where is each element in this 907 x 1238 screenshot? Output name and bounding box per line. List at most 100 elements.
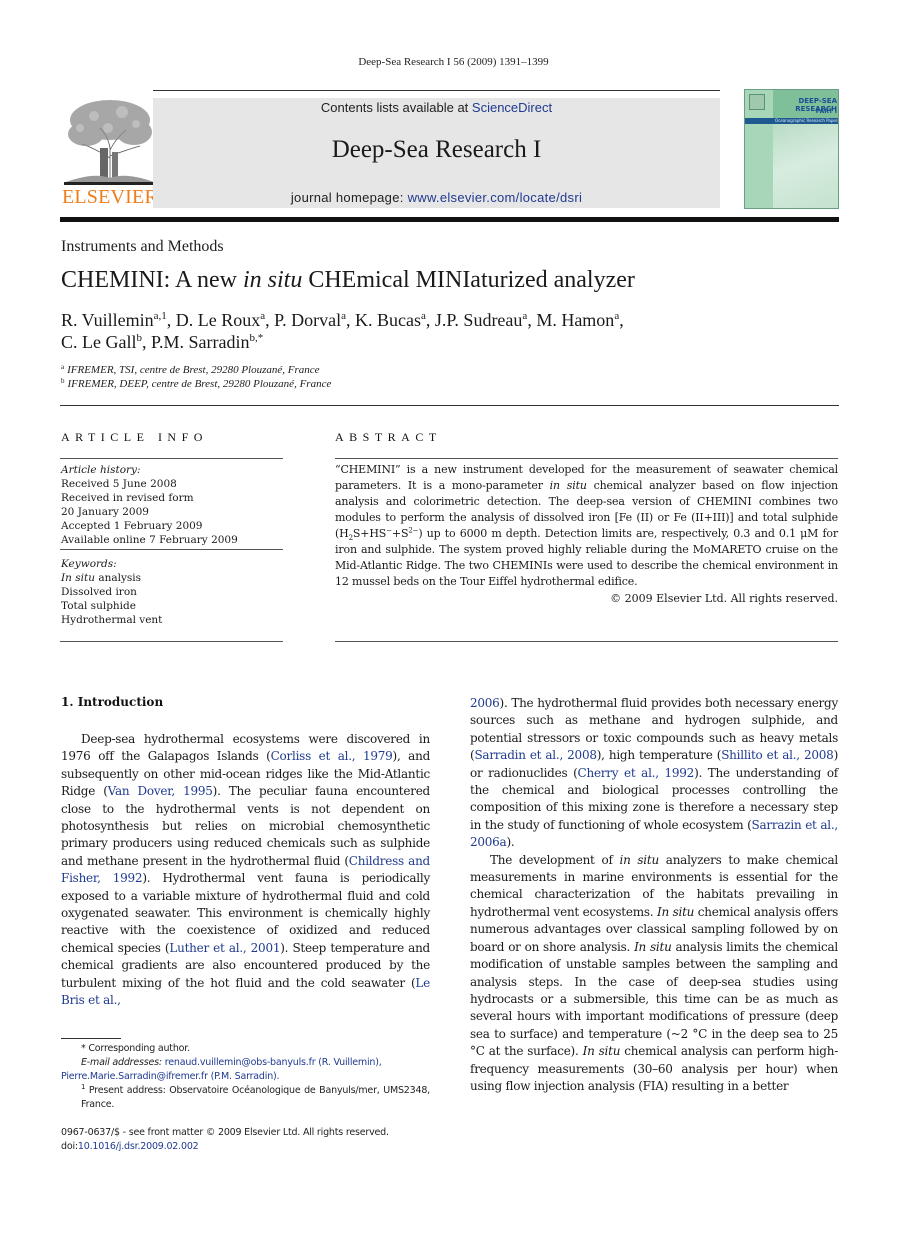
author[interactable]: R. Vuillemin [61, 310, 154, 330]
journal-banner: Contents lists available at ScienceDirec… [153, 98, 720, 208]
affiliation-text: IFREMER, DEEP, centre de Brest, 29280 Pl… [67, 378, 332, 390]
article-info-heading: ARTICLE INFO [61, 430, 208, 444]
homepage-prefix: journal homepage: [290, 190, 408, 205]
running-head: Deep-Sea Research I 56 (2009) 1391–1399 [358, 56, 549, 68]
author-affil-sup: a,1 [153, 310, 167, 322]
homepage-link[interactable]: www.elsevier.com/locate/dsri [408, 190, 583, 205]
email-link[interactable]: Pierre.Marie.Sarradin@ifremer.fr [61, 1071, 208, 1082]
keyword-italic: In situ [61, 572, 95, 584]
author[interactable]: J.P. Sudreau [435, 310, 523, 330]
author-sep: , [166, 310, 176, 330]
citation-link[interactable]: Corliss et al., 1979 [271, 749, 393, 763]
italic-text: In situ [634, 939, 672, 954]
abstract-heading: ABSTRACT [335, 430, 442, 444]
affiliation-text: IFREMER, TSI, centre de Brest, 29280 Plo… [67, 364, 320, 376]
contents-prefix: Contents lists available at [320, 100, 472, 115]
title-part-2: CHEmical MINIaturized analyzer [302, 267, 635, 293]
abstract-end-rule [335, 641, 838, 642]
history-item: Accepted 1 February 2009 [61, 520, 203, 532]
footnote-rule [61, 1038, 121, 1039]
paragraph: 2006). The hydrothermal fluid provides b… [470, 695, 838, 852]
email-note: E-mail addresses: renaud.vuillemin@obs-b… [61, 1056, 430, 1070]
present-address: Present address: Observatoire Océanologi… [81, 1085, 430, 1110]
title-italic: in situ [243, 267, 303, 293]
doi-prefix: doi: [61, 1141, 78, 1152]
elsevier-wordmark: ELSEVIER [61, 186, 159, 208]
cover-part: PART I [815, 108, 837, 115]
author-list: R. Vuillemina,1, D. Le Rouxa, P. Dorvala… [61, 309, 821, 353]
author[interactable]: K. Bucas [355, 310, 421, 330]
cover-logo-icon [749, 94, 765, 110]
italic-text: In situ [656, 904, 695, 919]
affiliation-key: a [61, 363, 65, 371]
email-owner: (R. Vuillemin), [315, 1057, 382, 1068]
journal-cover[interactable]: DEEP-SEA RESEARCH PART I Oceanographic R… [744, 89, 839, 209]
email-label: E-mail addresses: [81, 1057, 162, 1068]
paragraph: The development of in situ analyzers to … [470, 852, 838, 1096]
cover-artwork [773, 124, 838, 208]
citation-link[interactable]: Sarradin et al., 2008 [474, 748, 597, 762]
citation-link[interactable]: Shillito et al., 2008 [721, 748, 834, 762]
header-top-rule [153, 90, 720, 91]
elsevier-tree-icon [64, 100, 156, 185]
history-item: Available online 7 February 2009 [61, 534, 238, 546]
abstract-text: S+HS [352, 527, 387, 540]
abstract-copyright: © 2009 Elsevier Ltd. All rights reserved… [610, 592, 838, 605]
italic-text: in situ [619, 852, 659, 867]
author-affil-sup: b,* [249, 332, 264, 344]
affiliation: a IFREMER, TSI, centre de Brest, 29280 Pl… [61, 363, 331, 377]
abstract-text: ) up to 6000 m depth. Detection limits a… [335, 527, 838, 588]
journal-title: Deep-Sea Research I [331, 136, 542, 163]
paper-title: CHEMINI: A new in situ CHEmical MINIatur… [61, 267, 635, 294]
author-sep: , [527, 310, 537, 330]
author-sep: , [619, 310, 624, 330]
superscript: 2− [408, 526, 419, 535]
keyword: Total sulphide [61, 600, 136, 612]
header-thick-rule [60, 217, 839, 222]
history-item: Received in revised form [61, 492, 194, 504]
email-link[interactable]: renaud.vuillemin@obs-banyuls.fr [165, 1057, 316, 1068]
contents-line: Contents lists available at ScienceDirec… [153, 100, 720, 115]
author-sep: , [265, 310, 275, 330]
abstract-italic: in situ [549, 479, 587, 492]
body-text: analysis limits the chemical modificatio… [470, 939, 838, 1059]
author[interactable]: C. Le Gall [61, 332, 136, 352]
abstract-rule [335, 458, 838, 459]
abstract-text: +S [391, 527, 409, 540]
keywords: Keywords: In situ analysis Dissolved iro… [61, 557, 283, 627]
italic-text: In situ [582, 1044, 621, 1059]
title-part-1: CHEMINI: A new [61, 267, 243, 293]
citation-link[interactable]: Luther et al., 2001 [169, 941, 280, 955]
front-matter: 0967-0637/$ - see front matter © 2009 El… [61, 1126, 441, 1154]
body-column-right: 2006). The hydrothermal fluid provides b… [470, 695, 838, 1095]
citation-link[interactable]: Van Dover, 1995 [108, 784, 213, 798]
body-column-left: Deep-sea hydrothermal ecosystems were di… [61, 731, 430, 1010]
history-label: Article history: [61, 464, 141, 476]
author[interactable]: P.M. Sarradin [151, 332, 250, 352]
body-text: The development of [490, 852, 620, 867]
corresponding-author-note: * Corresponding author. [81, 1043, 190, 1054]
email-owner: (P.M. Sarradin). [207, 1071, 280, 1082]
author-sep: , [141, 332, 151, 352]
author[interactable]: P. Dorval [274, 310, 341, 330]
keyword: Dissolved iron [61, 586, 137, 598]
body-text: ). [506, 835, 515, 850]
affiliation: b IFREMER, DEEP, centre de Brest, 29280 P… [61, 377, 331, 391]
sciencedirect-link[interactable]: ScienceDirect [472, 100, 552, 115]
author-sep: , [346, 310, 356, 330]
homepage-line: journal homepage: www.elsevier.com/locat… [153, 190, 720, 205]
keywords-rule [60, 641, 283, 642]
affiliations: a IFREMER, TSI, centre de Brest, 29280 Pl… [61, 363, 331, 391]
affiliation-key: b [61, 377, 65, 385]
citation-link[interactable]: 2006 [470, 696, 500, 710]
history-rule [60, 549, 283, 550]
doi-link[interactable]: 10.1016/j.dsr.2009.02.002 [78, 1141, 199, 1152]
citation-link[interactable]: Cherry et al., 1992 [578, 766, 695, 780]
elsevier-logo[interactable]: ELSEVIER [60, 98, 160, 210]
paragraph: Deep-sea hydrothermal ecosystems were di… [61, 731, 430, 1010]
author[interactable]: M. Hamon [536, 310, 614, 330]
history-item: 20 January 2009 [61, 506, 149, 518]
keywords-label: Keywords: [61, 558, 117, 570]
author[interactable]: D. Le Roux [176, 310, 261, 330]
body-text: ), high temperature ( [596, 748, 722, 763]
